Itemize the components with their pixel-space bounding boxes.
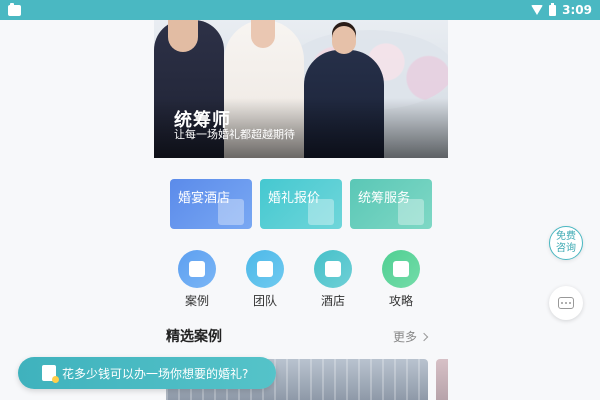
hero-bride-head: [251, 20, 275, 48]
case-icon: [178, 250, 216, 288]
person-icon: [398, 199, 424, 225]
nav-item-hotels[interactable]: 酒店: [314, 250, 352, 309]
wifi-icon: [531, 5, 544, 15]
featured-case-image-next[interactable]: [436, 359, 448, 400]
nav-item-guides[interactable]: 攻略: [382, 250, 420, 309]
nav-label-hotels: 酒店: [320, 294, 345, 308]
nav-item-team[interactable]: 团队: [246, 250, 284, 309]
hero-banner[interactable]: 统筹师 让每一场婚礼都超越期待: [154, 20, 448, 158]
notification-icon: [8, 2, 21, 16]
free-consult-line2: 咨询: [556, 243, 576, 254]
calculator-icon: [42, 365, 59, 383]
featured-more-label: 更多: [393, 330, 418, 344]
nav-label-team: 团队: [252, 294, 277, 308]
nav-label-cases: 案例: [184, 294, 209, 308]
battery-icon: [549, 2, 557, 16]
hero-planner-head: [332, 26, 356, 54]
hero-subtitle: 让每一场婚礼都超越期待: [174, 128, 295, 141]
building-icon: [218, 199, 244, 225]
featured-cases-title: 精选案例: [166, 329, 222, 345]
status-right: 3:09: [531, 2, 592, 17]
card-planning-service[interactable]: 统筹服务: [350, 179, 432, 229]
card-wedding-hotel[interactable]: 婚宴酒店: [170, 179, 252, 229]
category-nav: 案例 团队 酒店 攻略: [178, 250, 420, 309]
budget-quote-text: 花多少钱可以办一场你想要的婚礼?: [62, 366, 249, 381]
team-icon: [246, 250, 284, 288]
hotel-icon: [314, 250, 352, 288]
nav-item-cases[interactable]: 案例: [178, 250, 216, 309]
free-consult-button[interactable]: 免费 咨询: [549, 226, 583, 260]
free-consult-line1: 免费: [556, 231, 576, 242]
nav-label-guides: 攻略: [388, 294, 413, 308]
service-cards: 婚宴酒店 婚礼报价 统筹服务: [170, 179, 432, 229]
chat-button[interactable]: [549, 286, 583, 320]
budget-quote-banner[interactable]: 花多少钱可以办一场你想要的婚礼?: [18, 357, 276, 389]
price-list-icon: [308, 199, 334, 225]
hero-groom-head: [168, 20, 198, 52]
card-wedding-quote[interactable]: 婚礼报价: [260, 179, 342, 229]
chevron-right-icon: [419, 332, 429, 341]
status-time: 3:09: [562, 3, 592, 17]
chat-icon: [558, 297, 574, 309]
status-bar: 3:09: [0, 0, 600, 20]
featured-more-link[interactable]: 更多: [393, 328, 429, 345]
guide-icon: [382, 250, 420, 288]
